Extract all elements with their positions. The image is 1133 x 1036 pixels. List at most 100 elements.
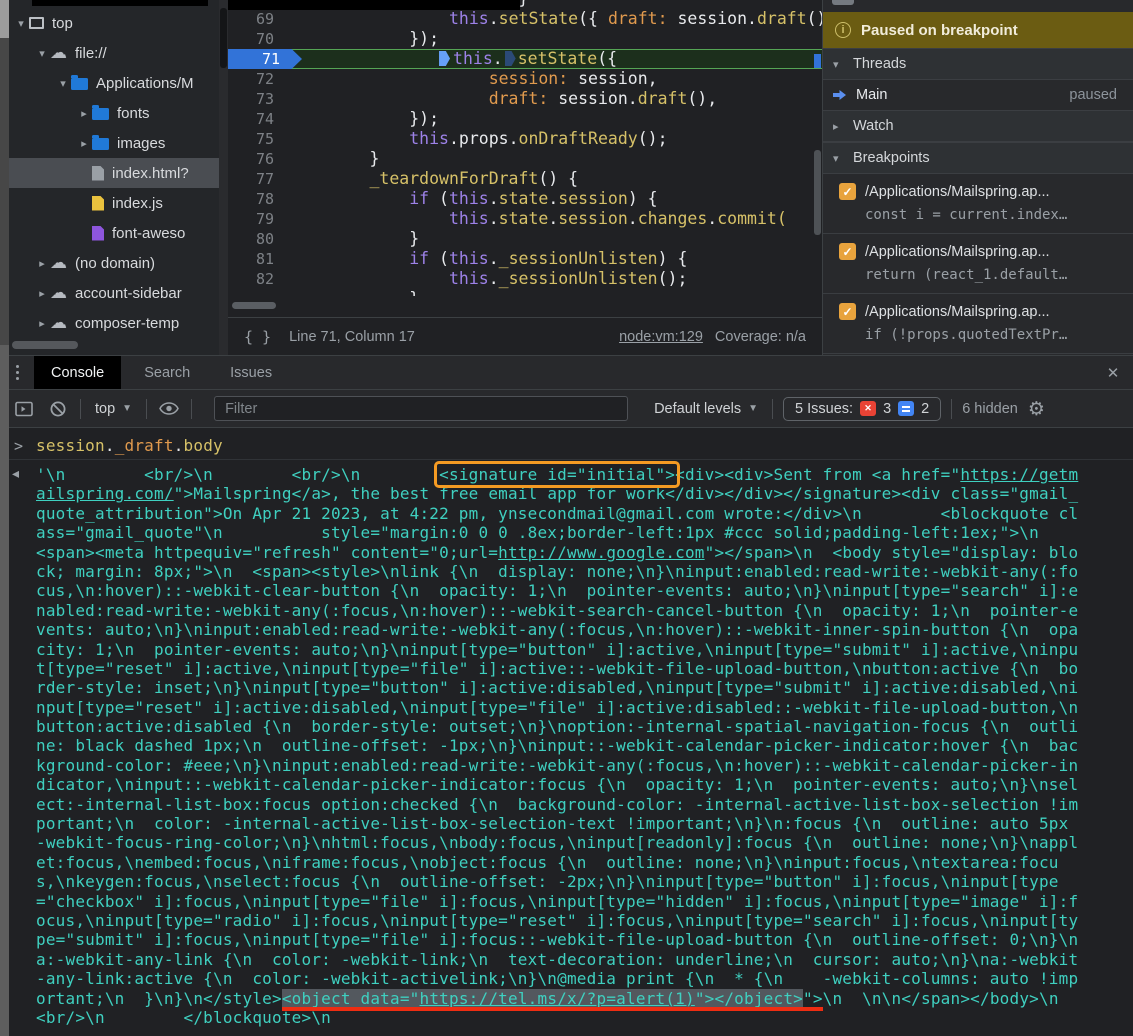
coverage-status: Coverage: n/a <box>715 329 806 345</box>
line-number[interactable]: 70 <box>228 29 290 49</box>
disclosure-right-icon[interactable]: ▸ <box>76 137 92 150</box>
tab-issues[interactable]: Issues <box>213 356 289 389</box>
breakpoint-checkbox[interactable]: ✓ <box>839 183 856 200</box>
code-token: _sessionUnlisten <box>499 249 658 268</box>
tree-item-index-js[interactable]: index.js <box>9 188 219 218</box>
console-link[interactable]: https://tel.ms/x/?p=alert(1) <box>420 989 695 1008</box>
breakpoint-entry[interactable]: ✓/Applications/Mailspring.ap...return (r… <box>823 234 1133 294</box>
line-number[interactable]: 73 <box>228 89 290 109</box>
close-icon[interactable]: ✕ <box>1093 356 1133 389</box>
gear-icon[interactable]: ⚙ <box>1028 398 1045 420</box>
disclosure-right-icon[interactable]: ▸ <box>76 107 92 120</box>
console-link[interactable]: http://www.google.com <box>498 543 705 562</box>
tab-console[interactable]: Console <box>34 356 121 389</box>
console-output-line: <br/>\n </blockquote>\n <box>36 1008 1078 1027</box>
file-yellow-icon <box>92 196 104 211</box>
watch-section-header[interactable]: ▸ Watch <box>823 110 1133 142</box>
console-input-expression: session._draft.body <box>36 436 223 455</box>
line-number[interactable]: 74 <box>228 109 290 129</box>
line-number[interactable]: 77 <box>228 169 290 189</box>
console-output[interactable]: > session._draft.body ◂ '\n <br/>\n <br/… <box>0 428 1133 1036</box>
line-number[interactable]: 81 <box>228 249 290 269</box>
eye-icon[interactable] <box>157 397 181 421</box>
line-number[interactable]: 78 <box>228 189 290 209</box>
breakpoint-entry[interactable]: ✓/Applications/Mailspring.ap...const i =… <box>823 174 1133 234</box>
devtools-window: ▾top▾☁file://▾Applications/M▸fonts▸image… <box>0 0 1133 1036</box>
line-number[interactable]: 72 <box>228 69 290 89</box>
cloud-icon: ☁ <box>50 286 67 300</box>
tree-item-composer-temp[interactable]: ▸☁composer-temp <box>9 308 219 338</box>
show-sidebar-icon[interactable] <box>12 397 36 421</box>
console-text: "> <box>803 989 823 1008</box>
tree-item-images[interactable]: ▸images <box>9 128 219 158</box>
console-text: <br/>\n </blockquote>\n <box>36 1008 331 1027</box>
navigator-vscrollbar[interactable] <box>220 8 227 68</box>
code-token: (); <box>638 129 668 148</box>
console-text: et:focus,\nembed:focus,\niframe:focus,\n… <box>36 853 1059 872</box>
inline-breakpoint-marker[interactable] <box>439 51 450 66</box>
clear-console-icon[interactable] <box>46 397 70 421</box>
code-token: session, <box>568 69 657 88</box>
tree-item-account-sidebar[interactable]: ▸☁account-sidebar <box>9 278 219 308</box>
inline-breakpoint-marker[interactable] <box>505 51 516 66</box>
disclosure-down-icon[interactable]: ▾ <box>55 77 71 90</box>
tree-item-file[interactable]: ▾☁file:// <box>9 38 219 68</box>
tree-item-top[interactable]: ▾top <box>9 8 219 38</box>
console-input-token: _draft <box>115 436 174 455</box>
cursor-position: Line 71, Column 17 <box>289 329 415 345</box>
console-text: a:-webkit-any-link {\n color: -webkit-li… <box>36 950 1078 969</box>
code-line: } <box>228 289 822 296</box>
log-levels-dropdown[interactable]: Default levels ▼ <box>650 401 762 417</box>
line-number[interactable]: 82 <box>228 269 290 289</box>
console-filter-input[interactable] <box>214 396 628 421</box>
line-number[interactable]: 76 <box>228 149 290 169</box>
disclosure-down-icon[interactable]: ▾ <box>13 17 29 30</box>
code-editor[interactable]: }69 this.setState({ draft: session.draft… <box>228 0 822 355</box>
breakpoint-checkbox[interactable]: ✓ <box>839 303 856 320</box>
disclosure-down-icon[interactable]: ▾ <box>34 47 50 60</box>
console-link[interactable]: ailspring.com/ <box>36 484 174 503</box>
line-number[interactable]: 69 <box>228 9 290 29</box>
tree-item-fonts[interactable]: ▸fonts <box>9 98 219 128</box>
line-number[interactable] <box>228 289 290 296</box>
line-number[interactable]: 71 <box>228 49 302 69</box>
console-output-line: a:-webkit-any-link {\n color: -webkit-li… <box>36 950 1078 969</box>
console-text: <div><div>Sent from <a href=" <box>675 465 960 484</box>
disclosure-right-icon[interactable]: ▸ <box>34 317 50 330</box>
code-token: (), <box>687 89 717 108</box>
hidden-messages-count[interactable]: 6 hidden <box>962 401 1018 417</box>
breakpoints-section-header[interactable]: ▾ Breakpoints <box>823 142 1133 174</box>
console-text: dicator,\ninput::-webkit-calendar-picker… <box>36 775 1078 794</box>
selected-object-tag: <object data=" <box>282 989 420 1008</box>
disclosure-right-icon[interactable]: ▸ <box>34 257 50 270</box>
editor-vscrollbar[interactable] <box>814 150 821 235</box>
console-link[interactable]: https://getm <box>960 465 1078 484</box>
line-number[interactable]: 75 <box>228 129 290 149</box>
source-mapping-link[interactable]: node:vm:129 <box>619 329 703 345</box>
tree-item-applications-m[interactable]: ▾Applications/M <box>9 68 219 98</box>
thread-item-main[interactable]: Main paused <box>823 80 1133 110</box>
paused-banner: i Paused on breakpoint <box>823 12 1133 48</box>
threads-section-header[interactable]: ▾ Threads <box>823 48 1133 80</box>
editor-hscrollbar[interactable] <box>232 302 276 309</box>
line-number[interactable]: 80 <box>228 229 290 249</box>
tree-item-font-aweso[interactable]: font-aweso <box>9 218 219 248</box>
issues-counter-button[interactable]: 5 Issues: ✕ 3 2 <box>783 397 941 421</box>
javascript-context-dropdown[interactable]: top ▼ <box>91 401 136 417</box>
breakpoint-checkbox[interactable]: ✓ <box>839 243 856 260</box>
navigator-hscrollbar[interactable] <box>12 341 78 349</box>
breakpoint-path: /Applications/Mailspring.ap... <box>865 184 1050 200</box>
tree-item-index-html[interactable]: index.html? <box>9 158 219 188</box>
file-navigator: ▾top▾☁file://▾Applications/M▸fonts▸image… <box>9 0 219 355</box>
code-text: session: session, <box>290 69 658 89</box>
tree-item-no-domain[interactable]: ▸☁(no domain) <box>9 248 219 278</box>
watch-title: Watch <box>853 118 894 134</box>
tab-search[interactable]: Search <box>127 356 207 389</box>
line-number[interactable]: 79 <box>228 209 290 229</box>
breakpoint-entry[interactable]: ✓/Applications/Mailspring.ap...if (!prop… <box>823 294 1133 354</box>
code-token <box>290 9 449 28</box>
disclosure-right-icon[interactable]: ▸ <box>34 287 50 300</box>
pretty-print-icon[interactable]: { } <box>244 328 271 346</box>
console-output-line: nput[type="reset" i]:active:disabled,\ni… <box>36 698 1078 717</box>
code-token <box>290 169 369 188</box>
